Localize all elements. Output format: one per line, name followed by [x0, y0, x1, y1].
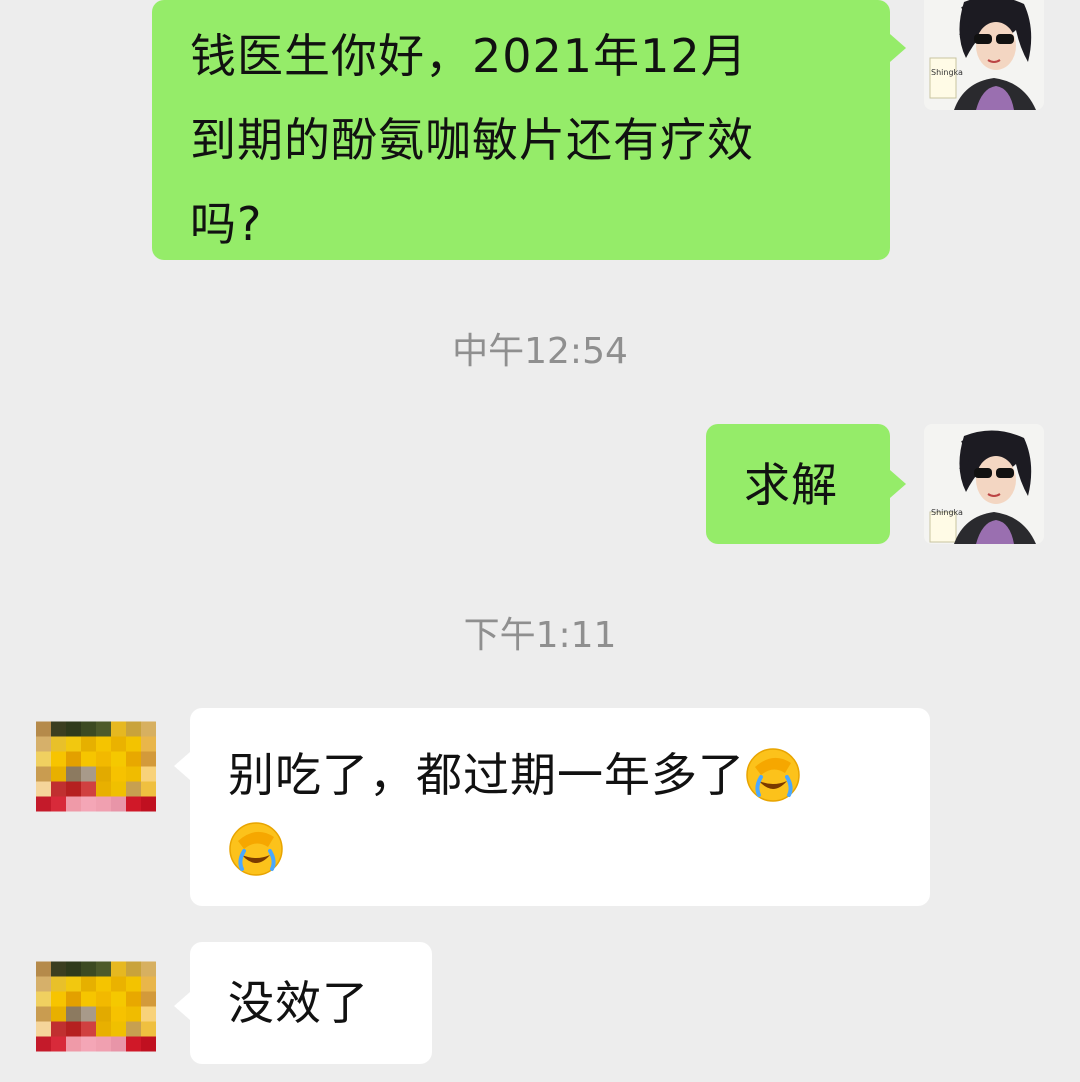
- pixelated-avatar-icon: [36, 721, 156, 827]
- bubble-tail: [890, 470, 906, 498]
- message-text: 求解: [744, 458, 838, 512]
- avatar-portrait-icon: [924, 424, 1044, 544]
- bubble-tail: [174, 752, 190, 780]
- sent-message-bubble[interactable]: 求解: [706, 424, 890, 544]
- message-text: 没效了: [228, 976, 369, 1030]
- contact-avatar-pixelated[interactable]: [36, 718, 156, 838]
- message-text: 别吃了，都过期一年多了: [228, 748, 745, 802]
- pixelated-avatar-icon: [36, 961, 156, 1067]
- my-avatar[interactable]: Shingka: [924, 0, 1044, 110]
- received-message-bubble[interactable]: 别吃了，都过期一年多了: [190, 708, 930, 906]
- message-text-line: 到期的酚氨咖敏片还有疗效: [190, 113, 754, 167]
- avatar-caption: Shingka: [931, 508, 963, 517]
- facepalm-laugh-emoji-icon: [745, 747, 801, 803]
- facepalm-laugh-emoji-icon: [228, 821, 284, 877]
- message-text-line: 吗?: [190, 197, 263, 251]
- message-text-line: 钱医生你好，2021年12月: [190, 29, 748, 83]
- my-avatar[interactable]: Shingka: [924, 424, 1044, 544]
- bubble-tail: [890, 34, 906, 62]
- contact-avatar-pixelated[interactable]: [36, 958, 156, 1078]
- received-message-bubble[interactable]: 没效了: [190, 942, 432, 1064]
- sent-message-bubble[interactable]: 钱医生你好，2021年12月 到期的酚氨咖敏片还有疗效 吗?: [152, 0, 890, 260]
- message-timestamp: 中午12:54: [452, 331, 628, 372]
- message-timestamp: 下午1:11: [463, 615, 617, 656]
- bubble-tail: [174, 992, 190, 1020]
- avatar-caption: Shingka: [931, 68, 963, 77]
- avatar-portrait-icon: [924, 0, 1044, 110]
